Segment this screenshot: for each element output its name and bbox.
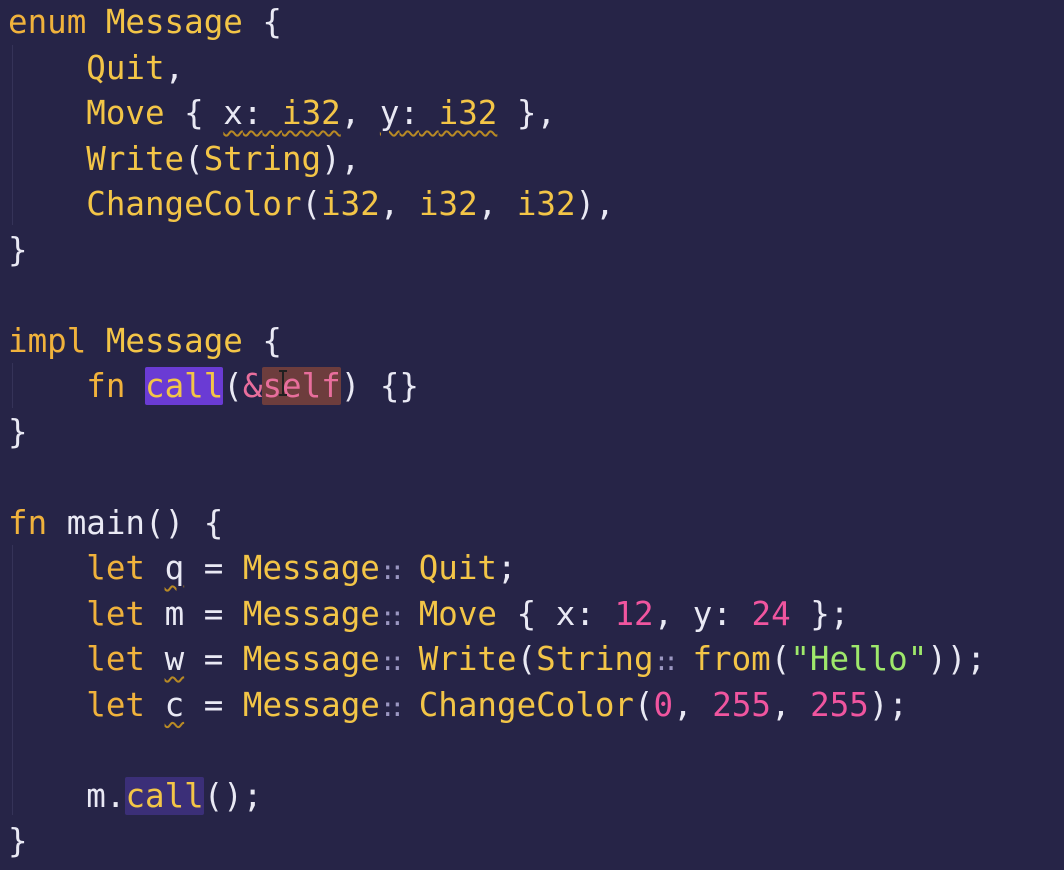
type-message: Message <box>242 549 380 587</box>
text-cursor-icon <box>279 370 287 396</box>
field-x: x <box>555 594 576 633</box>
number-literal: 12 <box>614 594 654 633</box>
keyword-fn: fn <box>8 503 48 542</box>
keyword-impl: impl <box>8 321 87 360</box>
variant-quit: Quit <box>418 549 498 587</box>
code-line-1: enum Message { <box>8 0 986 46</box>
code-line-8: impl Message { <box>8 321 282 360</box>
code-line-16: let c = Message:: ChangeColor(0, 255, 25… <box>86 685 908 724</box>
field-y: y <box>692 594 713 633</box>
code-line-4: Write(String), <box>86 139 361 178</box>
code-line-10: } <box>8 412 28 451</box>
code-line-5: ChangeColor(i32, i32, i32), <box>86 185 615 223</box>
keyword-let: let <box>86 549 145 587</box>
number-literal: 0 <box>653 685 674 724</box>
variant-write: Write <box>418 640 517 678</box>
code-line-19: } <box>8 822 28 860</box>
keyword-let: let <box>86 685 145 724</box>
type-message: Message <box>105 321 243 360</box>
number-literal: 24 <box>751 594 791 633</box>
field-x: x <box>223 94 243 132</box>
type-message: Message <box>242 685 380 724</box>
type-string: String <box>536 640 654 678</box>
variant-quit: Quit <box>86 48 165 87</box>
self-reference-highlighted[interactable]: self <box>262 367 341 405</box>
code-text[interactable]: enum Message { Quit, Move { x: i32, y: i… <box>8 0 986 865</box>
warning-squiggle[interactable]: x: i32 <box>223 94 340 132</box>
type-message: Message <box>242 594 380 633</box>
number-literal: 255 <box>810 685 869 724</box>
variant-write: Write <box>86 139 185 178</box>
path-separator: :: <box>653 647 679 677</box>
function-from: from <box>692 640 771 678</box>
number-literal: 255 <box>712 685 771 724</box>
code-line-3: Move { x: i32, y: i32 }, <box>86 94 557 132</box>
keyword-enum: enum <box>8 3 87 41</box>
string-literal: "Hello" <box>790 640 928 678</box>
keyword-let: let <box>86 640 145 678</box>
code-line-6: } <box>8 228 986 274</box>
variable-w[interactable]: w <box>165 640 185 678</box>
type-message: Message <box>105 3 243 41</box>
code-line-18: m.call(); <box>86 776 263 815</box>
type-i32: i32 <box>321 185 380 223</box>
brace: { <box>262 3 282 41</box>
type-message: Message <box>242 640 380 678</box>
code-editor[interactable]: enum Message { Quit, Move { x: i32, y: i… <box>0 0 1064 870</box>
variant-changecolor: ChangeColor <box>86 185 302 223</box>
type-i32: i32 <box>282 94 341 132</box>
code-line-14: let m = Message:: Move { x: 12, y: 24 }; <box>86 594 850 633</box>
method-call-highlighted[interactable]: call <box>125 776 204 815</box>
code-line-2: Quit, <box>86 48 185 87</box>
type-i32: i32 <box>438 94 498 132</box>
type-i32: i32 <box>418 185 478 223</box>
variable-m: m <box>86 776 106 815</box>
variable-q[interactable]: q <box>165 549 185 587</box>
keyword-fn: fn <box>86 367 126 405</box>
path-separator: :: <box>379 647 405 677</box>
function-call-highlighted[interactable]: call <box>145 367 224 405</box>
path-separator: :: <box>379 601 405 632</box>
brace: } <box>8 230 28 269</box>
variant-move: Move <box>86 94 165 132</box>
variant-move: Move <box>418 594 498 633</box>
type-string: String <box>203 139 322 178</box>
variant-changecolor: ChangeColor <box>418 685 634 724</box>
variable-c[interactable]: c <box>165 686 185 724</box>
path-separator: :: <box>379 556 405 586</box>
path-separator: :: <box>379 692 405 723</box>
type-i32: i32 <box>516 185 576 223</box>
variable-m: m <box>164 594 185 633</box>
function-main: main <box>66 503 145 542</box>
code-line-9: fn call(&self) {} <box>86 367 419 405</box>
code-line-12: fn main() { <box>8 503 224 542</box>
code-line-13: let q = Message:: Quit; <box>86 549 517 587</box>
field-y: y <box>379 94 400 132</box>
keyword-let: let <box>86 594 145 633</box>
code-line-15: let w = Message:: Write(String:: from("H… <box>86 640 986 678</box>
warning-squiggle[interactable]: y: i32 <box>380 94 497 132</box>
